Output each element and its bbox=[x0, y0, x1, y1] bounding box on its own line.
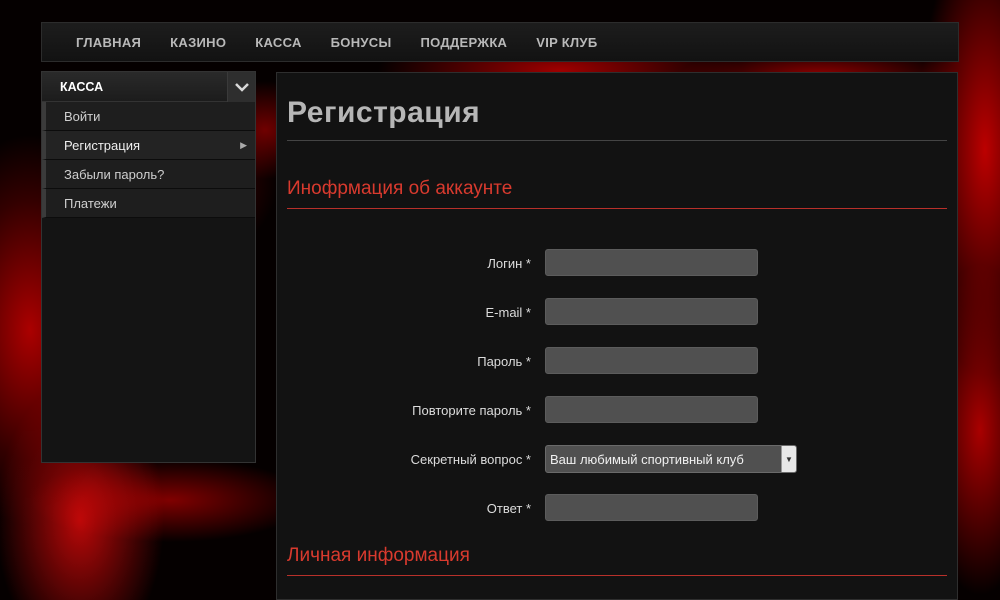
password-label: Пароль * bbox=[477, 354, 531, 369]
triangle-right-icon: ▶ bbox=[240, 139, 247, 150]
triangle-down-icon[interactable]: ▼ bbox=[781, 446, 796, 472]
section-title-account: Инофрмация об аккаунте bbox=[287, 178, 947, 209]
sidebar-item-label: Платежи bbox=[64, 195, 117, 211]
login-label: Логин * bbox=[487, 256, 531, 271]
password-repeat-input[interactable] bbox=[545, 396, 758, 423]
chevron-down-icon[interactable] bbox=[227, 71, 255, 102]
email-input[interactable] bbox=[545, 298, 758, 325]
nav-item-cashier[interactable]: КАССА bbox=[255, 35, 301, 50]
secret-question-label: Секретный вопрос * bbox=[410, 452, 531, 467]
sidebar-header[interactable]: КАССА bbox=[42, 71, 255, 102]
sidebar-title: КАССА bbox=[60, 79, 104, 94]
top-navigation: ГЛАВНАЯ КАЗИНО КАССА БОНУСЫ ПОДДЕРЖКА VI… bbox=[41, 22, 959, 62]
nav-item-bonuses[interactable]: БОНУСЫ bbox=[331, 35, 392, 50]
nav-item-vip-club[interactable]: VIP КЛУБ bbox=[536, 35, 597, 50]
form-row-secret-question: Секретный вопрос * Ваш любимый спортивны… bbox=[287, 445, 947, 494]
main-content: Регистрация Инофрмация об аккаунте Логин… bbox=[276, 72, 958, 600]
answer-label: Ответ * bbox=[486, 501, 531, 516]
page-title: Регистрация bbox=[287, 73, 947, 141]
sidebar-item-label: Войти bbox=[64, 108, 101, 124]
form-row-answer: Ответ * bbox=[287, 494, 947, 543]
sidebar-item-label: Регистрация bbox=[64, 137, 140, 153]
password-repeat-label: Повторите пароль * bbox=[412, 403, 531, 418]
sidebar-item-registration[interactable]: Регистрация ▶ bbox=[42, 131, 255, 160]
form-row-password-repeat: Повторите пароль * bbox=[287, 396, 947, 445]
section-title-personal: Личная информация bbox=[287, 545, 947, 576]
answer-input[interactable] bbox=[545, 494, 758, 521]
password-input[interactable] bbox=[545, 347, 758, 374]
secret-question-value: Ваш любимый спортивный клуб bbox=[550, 451, 744, 467]
email-label: E-mail * bbox=[485, 305, 531, 320]
form-row-password: Пароль * bbox=[287, 347, 947, 396]
sidebar-item-forgot-password[interactable]: Забыли пароль? bbox=[42, 160, 255, 189]
nav-item-support[interactable]: ПОДДЕРЖКА bbox=[421, 35, 508, 50]
secret-question-select[interactable]: Ваш любимый спортивный клуб ▼ bbox=[545, 445, 797, 473]
registration-form: Логин * E-mail * Пароль * Повторите паро… bbox=[287, 249, 947, 543]
nav-item-casino[interactable]: КАЗИНО bbox=[170, 35, 226, 50]
sidebar-item-login[interactable]: Войти bbox=[42, 102, 255, 131]
sidebar-item-label: Забыли пароль? bbox=[64, 166, 165, 182]
form-row-email: E-mail * bbox=[287, 298, 947, 347]
nav-item-main[interactable]: ГЛАВНАЯ bbox=[76, 35, 141, 50]
sidebar: КАССА Войти Регистрация ▶ Забыли пароль?… bbox=[41, 71, 256, 463]
sidebar-item-payments[interactable]: Платежи bbox=[42, 189, 255, 218]
form-row-login: Логин * bbox=[287, 249, 947, 298]
login-input[interactable] bbox=[545, 249, 758, 276]
